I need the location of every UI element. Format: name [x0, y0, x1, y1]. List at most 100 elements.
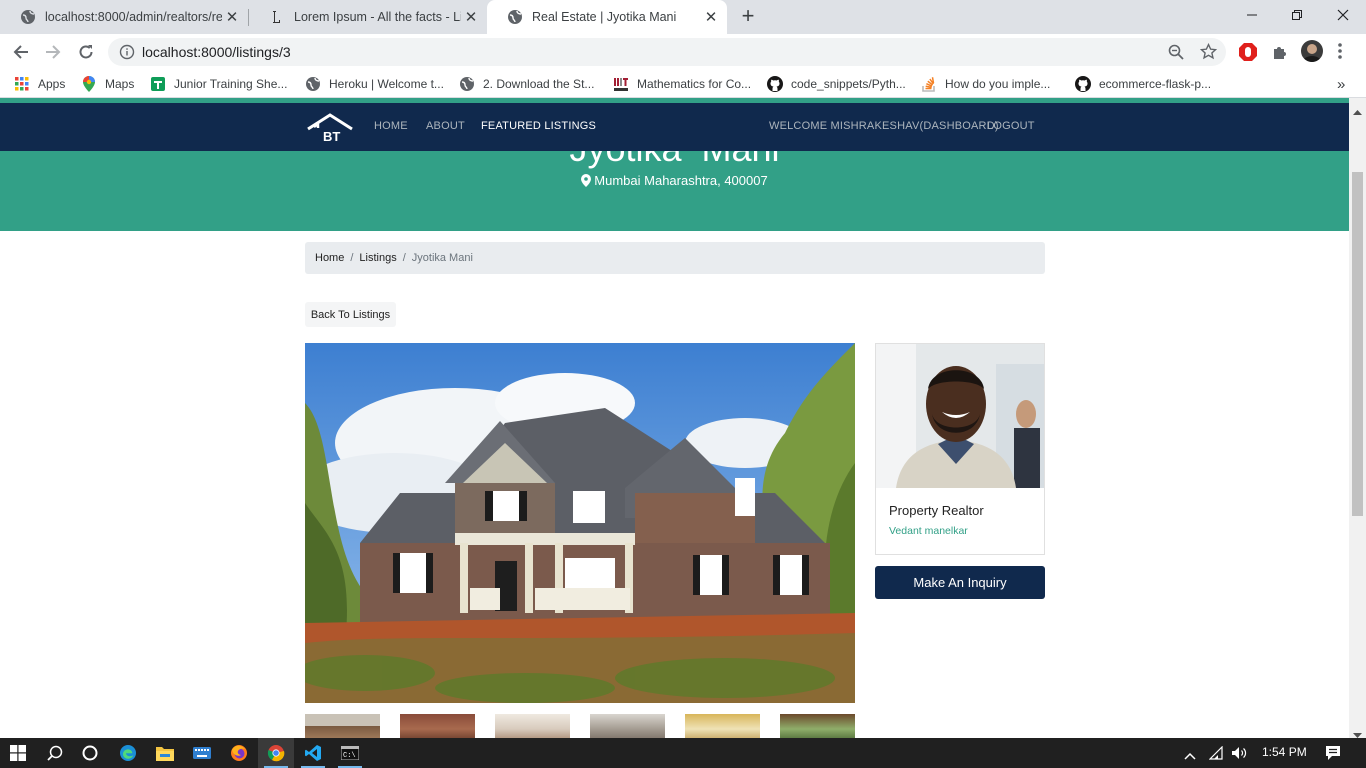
wifi-icon[interactable] — [1208, 745, 1225, 765]
nav-logout[interactable]: LOGOUT — [987, 120, 1035, 132]
tab-lorem-ipsum[interactable]: Lorem Ipsum - All the facts - Lipsum ✕ — [249, 0, 487, 34]
cortana-icon[interactable] — [72, 738, 108, 768]
bookmark-label: Heroku | Welcome t... — [329, 77, 444, 91]
bookmark-maps[interactable]: Maps — [81, 75, 134, 93]
bookmark-label: Apps — [38, 77, 66, 91]
vscode-icon[interactable] — [295, 738, 331, 768]
new-tab-button[interactable]: + — [737, 5, 759, 29]
bookmark-junior-training[interactable]: Junior Training She... — [150, 75, 287, 93]
profile-avatar[interactable] — [1301, 40, 1323, 62]
scroll-up-icon[interactable] — [1353, 102, 1362, 120]
logo-text: BT — [323, 129, 340, 143]
realtor-card: Property Realtor Vedant manelkar — [875, 343, 1045, 555]
bookmark-download[interactable]: 2. Download the St... — [459, 75, 594, 93]
windows-start-icon[interactable] — [0, 738, 36, 768]
address-bar[interactable]: localhost:8000/listings/3 — [108, 38, 1226, 66]
tab-title: Lorem Ipsum - All the facts - Lipsum — [294, 10, 461, 24]
nav-home[interactable]: HOME — [374, 120, 408, 132]
github-icon — [767, 76, 783, 92]
reload-icon[interactable] — [73, 39, 99, 65]
clock-time[interactable]: 1:54 PM — [1262, 745, 1307, 759]
breadcrumb-current: Jyotika Mani — [411, 252, 473, 264]
file-explorer-icon[interactable] — [147, 738, 183, 768]
listing-location: Mumbai Maharashtra, 400007 — [0, 173, 1349, 190]
thumbnail-photo[interactable] — [495, 714, 570, 738]
tab-admin-realtors[interactable]: localhost:8000/admin/realtors/re ✕ — [0, 0, 248, 34]
browser-window: { "browser": { "tabs": [ {"title": "loca… — [0, 0, 1366, 768]
maps-pin-icon — [81, 76, 97, 92]
search-icon[interactable] — [37, 738, 73, 768]
thumbnail-photo[interactable] — [400, 714, 475, 738]
nav-welcome-dashboard[interactable]: WELCOME MISHRAKESHAV(DASHBOARD) — [769, 120, 999, 132]
lipsum-icon — [269, 9, 285, 25]
stackoverflow-icon — [921, 76, 937, 92]
restore-icon[interactable] — [1274, 0, 1320, 30]
site-logo[interactable]: BT — [306, 113, 354, 144]
bookmark-mathematics[interactable]: Mathematics for Co... — [613, 75, 751, 93]
thumbnail-photo[interactable] — [590, 714, 665, 738]
bookmark-star-icon[interactable] — [1199, 42, 1218, 65]
breadcrumb-listings[interactable]: Listings — [359, 252, 396, 264]
realtor-name: Vedant manelkar — [889, 525, 968, 537]
terminal-icon[interactable]: C:\ — [332, 738, 368, 768]
keyboard-app-icon[interactable] — [184, 738, 220, 768]
bookmark-label: code_snippets/Pyth... — [791, 77, 906, 91]
forward-arrow-icon[interactable] — [40, 39, 66, 65]
chrome-icon[interactable] — [258, 738, 294, 768]
make-inquiry-button[interactable]: Make An Inquiry — [875, 566, 1045, 599]
page-viewport: Jyotika Mani Mumbai Maharashtra, 400007 … — [0, 98, 1349, 738]
tab-close-icon[interactable]: ✕ — [461, 8, 481, 26]
chrome-menu-icon[interactable] — [1337, 42, 1343, 65]
adblock-extension-icon[interactable] — [1238, 42, 1258, 67]
info-icon[interactable] — [119, 44, 135, 65]
github-icon — [1075, 76, 1091, 92]
volume-icon[interactable] — [1231, 746, 1248, 765]
tab-close-icon[interactable]: ✕ — [701, 8, 721, 26]
thumbnail-photo[interactable] — [685, 714, 760, 738]
map-marker-icon — [581, 174, 592, 190]
nav-featured-listings[interactable]: FEATURED LISTINGS — [481, 120, 596, 132]
edge-icon[interactable] — [110, 738, 146, 768]
firefox-icon[interactable] — [221, 738, 257, 768]
extensions-puzzle-icon[interactable] — [1271, 43, 1289, 66]
realtor-photo — [876, 344, 1044, 488]
tray-overflow-icon[interactable] — [1184, 747, 1196, 765]
zoom-icon[interactable] — [1168, 44, 1184, 65]
nav-about[interactable]: ABOUT — [426, 120, 465, 132]
breadcrumb-separator: / — [350, 252, 354, 264]
back-arrow-icon[interactable] — [8, 39, 34, 65]
tab-strip: localhost:8000/admin/realtors/re ✕ Lorem… — [0, 0, 1366, 34]
tab-close-icon[interactable]: ✕ — [222, 8, 242, 26]
bookmark-apps[interactable]: Apps — [14, 75, 65, 93]
mit-ocw-icon — [613, 76, 629, 92]
windows-taskbar: C:\ 1:54 PM — [0, 738, 1366, 768]
thumbnail-photo[interactable] — [780, 714, 855, 738]
bookmarks-overflow-button[interactable]: » — [1337, 75, 1345, 93]
breadcrumb-home[interactable]: Home — [315, 252, 344, 264]
bookmark-code-snippets[interactable]: code_snippets/Pyth... — [767, 75, 906, 93]
page-scrollbar[interactable] — [1349, 98, 1366, 738]
sheets-icon — [150, 76, 166, 92]
thumbnail-photo[interactable] — [305, 714, 380, 738]
globe-icon — [20, 9, 36, 25]
listing-location-text: Mumbai Maharashtra, 400007 — [594, 173, 768, 188]
bookmark-label: How do you imple... — [945, 77, 1051, 91]
listing-thumbnails — [305, 714, 855, 738]
breadcrumb-separator: / — [402, 252, 406, 264]
tab-real-estate[interactable]: Real Estate | Jyotika Mani ✕ — [487, 0, 727, 34]
globe-icon — [305, 76, 321, 92]
close-window-icon[interactable] — [1320, 0, 1366, 30]
notifications-icon[interactable] — [1325, 745, 1341, 766]
bookmark-label: Maps — [105, 77, 135, 91]
bookmark-how-do-you[interactable]: How do you imple... — [921, 75, 1050, 93]
bookmark-label: 2. Download the St... — [483, 77, 595, 91]
listing-main-photo[interactable] — [305, 343, 855, 703]
tab-title: Real Estate | Jyotika Mani — [532, 10, 677, 24]
globe-icon — [507, 9, 523, 25]
bookmark-heroku[interactable]: Heroku | Welcome t... — [305, 75, 444, 93]
bookmark-ecommerce-flask[interactable]: ecommerce-flask-p... — [1075, 75, 1211, 93]
minimize-icon[interactable] — [1229, 0, 1275, 30]
bookmark-label: Mathematics for Co... — [637, 77, 752, 91]
back-to-listings-button[interactable]: Back To Listings — [305, 302, 396, 327]
scrollbar-thumb[interactable] — [1352, 172, 1363, 516]
